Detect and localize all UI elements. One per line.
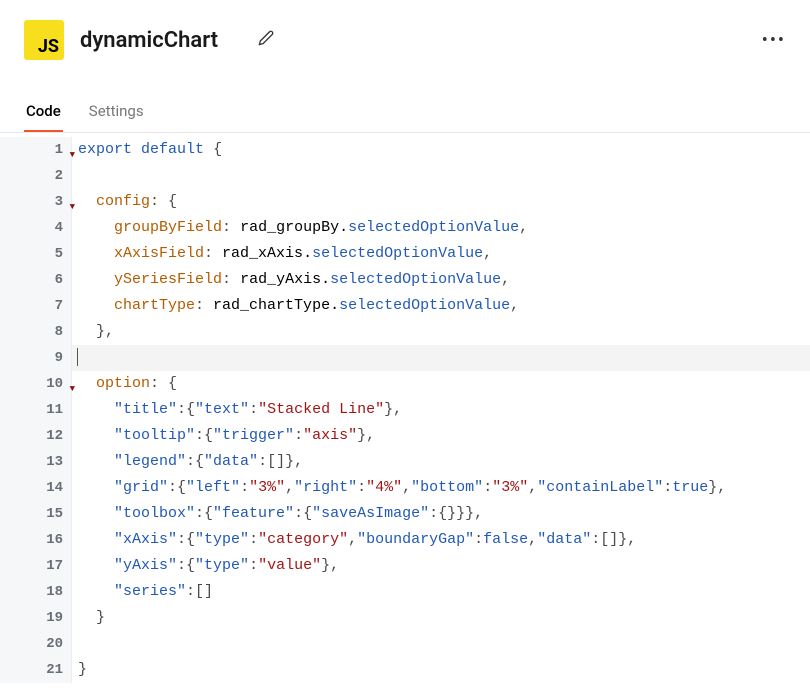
line-number: 21: [46, 662, 63, 678]
code-line: 7 chartType: rad_chartType.selectedOptio…: [0, 293, 810, 319]
line-number: 4: [55, 220, 63, 236]
tab-bar: Code Settings: [0, 92, 810, 133]
code-line: 8 },: [0, 319, 810, 345]
line-gutter[interactable]: 6: [0, 267, 72, 293]
line-gutter[interactable]: 20: [0, 631, 72, 657]
code-line: 3▼ config: {: [0, 189, 810, 215]
code-line: 2: [0, 163, 810, 189]
line-number: 17: [46, 558, 63, 574]
line-gutter[interactable]: 21: [0, 657, 72, 683]
code-line: 17 "yAxis":{"type":"value"},: [0, 553, 810, 579]
code-line: 9: [0, 345, 810, 371]
code-editor[interactable]: 1▼ export default { 2 3▼ config: { 4 gro…: [0, 133, 810, 693]
line-number: 5: [55, 246, 63, 262]
header-bar: JS dynamicChart •••: [0, 0, 810, 72]
line-gutter[interactable]: 5: [0, 241, 72, 267]
line-gutter[interactable]: 15: [0, 501, 72, 527]
line-number: 11: [46, 402, 63, 418]
line-gutter[interactable]: 8: [0, 319, 72, 345]
line-gutter[interactable]: 14: [0, 475, 72, 501]
code-line: 15 "toolbox":{"feature":{"saveAsImage":{…: [0, 501, 810, 527]
line-number: 20: [46, 636, 63, 652]
code-line: 18 "series":[]: [0, 579, 810, 605]
code-line: 11 "title":{"text":"Stacked Line"},: [0, 397, 810, 423]
line-number: 13: [46, 454, 63, 470]
code-line: 16 "xAxis":{"type":"category","boundaryG…: [0, 527, 810, 553]
line-number: 3: [55, 194, 63, 210]
line-gutter[interactable]: 12: [0, 423, 72, 449]
line-number: 18: [46, 584, 63, 600]
line-gutter[interactable]: 7: [0, 293, 72, 319]
line-number: 12: [46, 428, 63, 444]
code-line: 14 "grid":{"left":"3%","right":"4%","bot…: [0, 475, 810, 501]
code-line: 21 }: [0, 657, 810, 683]
line-gutter[interactable]: 11: [0, 397, 72, 423]
line-number: 2: [55, 168, 63, 184]
code-line: 1▼ export default {: [0, 137, 810, 163]
tab-code[interactable]: Code: [24, 92, 63, 132]
line-gutter[interactable]: 17: [0, 553, 72, 579]
line-gutter[interactable]: 16: [0, 527, 72, 553]
line-number: 16: [46, 532, 63, 548]
line-number: 9: [55, 350, 63, 366]
code-line: 13 "legend":{"data":[]},: [0, 449, 810, 475]
code-line: 20: [0, 631, 810, 657]
pencil-icon[interactable]: [258, 30, 274, 50]
code-line: 6 ySeriesField: rad_yAxis.selectedOption…: [0, 267, 810, 293]
code-line: 19 }: [0, 605, 810, 631]
line-number: 7: [55, 298, 63, 314]
line-number: 8: [55, 324, 63, 340]
line-gutter[interactable]: 10▼: [0, 371, 72, 397]
line-gutter[interactable]: 13: [0, 449, 72, 475]
line-gutter[interactable]: 2: [0, 163, 72, 189]
code-line: 12 "tooltip":{"trigger":"axis"},: [0, 423, 810, 449]
line-number: 6: [55, 272, 63, 288]
line-number: 15: [46, 506, 63, 522]
line-gutter[interactable]: 19: [0, 605, 72, 631]
code-line: 10▼ option: {: [0, 371, 810, 397]
js-badge-icon: JS: [24, 20, 64, 60]
caret-icon: [77, 348, 78, 366]
line-number: 1: [55, 142, 63, 158]
line-gutter[interactable]: 1▼: [0, 137, 72, 163]
tab-settings[interactable]: Settings: [87, 92, 146, 132]
line-gutter[interactable]: 18: [0, 579, 72, 605]
more-icon[interactable]: •••: [762, 30, 786, 51]
line-number: 19: [46, 610, 63, 626]
page-title: dynamicChart: [80, 28, 218, 53]
code-line: 4 groupByField: rad_groupBy.selectedOpti…: [0, 215, 810, 241]
line-gutter[interactable]: 3▼: [0, 189, 72, 215]
line-gutter[interactable]: 9: [0, 345, 72, 371]
line-gutter[interactable]: 4: [0, 215, 72, 241]
code-line: 5 xAxisField: rad_xAxis.selectedOptionVa…: [0, 241, 810, 267]
line-number: 14: [46, 480, 63, 496]
line-number: 10: [46, 376, 63, 392]
